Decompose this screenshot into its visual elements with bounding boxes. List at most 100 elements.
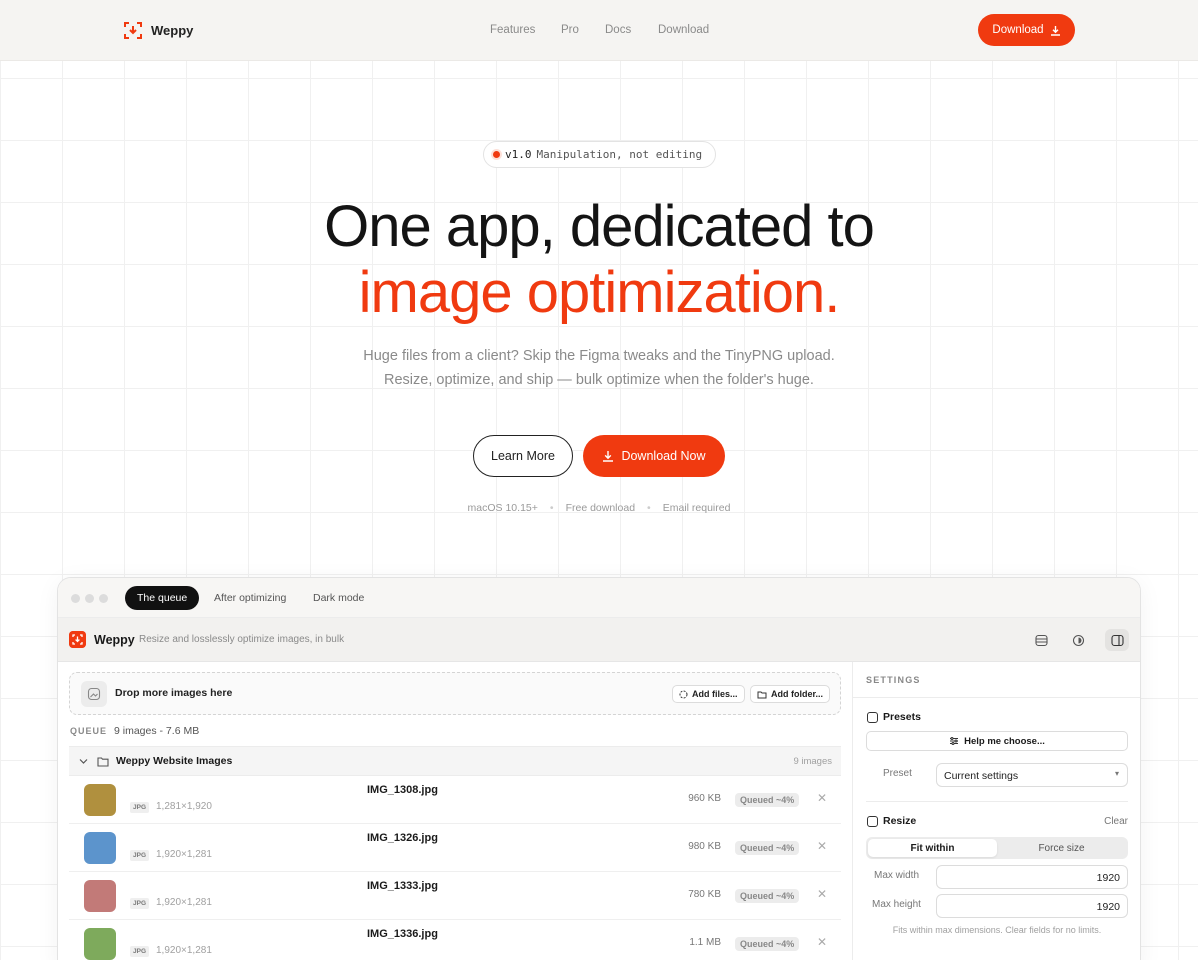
weppy-logo-icon[interactable] <box>124 22 142 39</box>
tab-after-optimizing[interactable]: After optimizing <box>202 586 298 610</box>
nav-link-features[interactable]: Features <box>490 24 535 36</box>
chevron-down-icon[interactable] <box>79 758 88 765</box>
max-width-field[interactable]: 1920 <box>936 865 1128 889</box>
version-tagline: Manipulation, not editing <box>536 148 703 161</box>
requirements-meta: macOS 10.15+ • Free download • Email req… <box>0 502 1198 514</box>
help-me-choose-label: Help me choose... <box>964 735 1045 747</box>
window-minimize-dot[interactable] <box>85 594 94 603</box>
drop-zone-label: Drop more images here <box>115 687 233 699</box>
fit-within-option[interactable]: Fit within <box>868 839 997 857</box>
file-size: 980 KB <box>688 841 721 852</box>
force-size-option[interactable]: Force size <box>997 839 1126 857</box>
nav-download-button[interactable]: Download <box>978 14 1075 46</box>
remove-icon[interactable]: ✕ <box>817 887 827 901</box>
file-name: IMG_1336.jpg <box>367 928 438 940</box>
status-badge: Queued ~4% <box>735 793 800 807</box>
nav-download-label: Download <box>992 24 1044 36</box>
app-tagline: Resize and losslessly optimize images, i… <box>139 634 345 645</box>
image-thumbnail <box>84 784 116 816</box>
file-name: IMG_1308.jpg <box>367 784 438 796</box>
sidebar-toggle-icon[interactable] <box>1105 629 1129 651</box>
preset-value: Current settings <box>944 770 1019 782</box>
format-badge: JPG <box>130 898 150 909</box>
image-thumbnail <box>84 832 116 864</box>
add-files-button[interactable]: Add files... <box>672 685 745 703</box>
download-icon <box>1050 25 1060 36</box>
top-nav: Weppy Features Pro Docs Download Downloa… <box>0 0 1198 61</box>
brand-name[interactable]: Weppy <box>151 23 193 38</box>
version-badge: v1.0 Manipulation, not editing <box>483 141 716 168</box>
image-dimensions: 1,281×1,920 <box>156 801 212 812</box>
settings-panel: SETTINGS Presets Help me choose... Prese… <box>852 662 1140 960</box>
theme-toggle-icon[interactable] <box>1066 629 1090 651</box>
resize-hint: Fits within max dimensions. Clear fields… <box>892 925 1102 935</box>
status-badge: Queued ~4% <box>735 841 800 855</box>
folder-group-header[interactable]: Weppy Website Images 9 images <box>69 746 841 776</box>
folder-group-count: 9 images <box>793 756 832 767</box>
format-badge: JPG <box>130 850 150 861</box>
queue-count: 9 images - 7.6 MB <box>114 725 200 737</box>
format-badge: JPG <box>130 946 150 957</box>
clear-resize-button[interactable]: Clear <box>1104 816 1128 827</box>
remove-icon[interactable]: ✕ <box>817 839 827 853</box>
tab-the-queue[interactable]: The queue <box>125 586 200 610</box>
image-thumbnail <box>84 928 116 960</box>
app-window-preview: The queue After optimizing Dark mode Wep… <box>57 577 1141 960</box>
resize-title: Resize <box>883 815 917 827</box>
tab-dark-mode[interactable]: Dark mode <box>301 586 376 610</box>
window-zoom-dot[interactable] <box>99 594 108 603</box>
sliders-icon <box>950 737 959 745</box>
preset-select[interactable]: Current settings ▾ <box>936 763 1128 787</box>
folder-icon <box>97 757 109 767</box>
nav-link-pro[interactable]: Pro <box>561 24 579 36</box>
subheadline-line-1: Huge files from a client? Skip the Figma… <box>363 348 835 364</box>
app-header: Weppy Resize and losslessly optimize ima… <box>58 618 1140 662</box>
table-row[interactable]: JPG 1,920×1,281 IMG_1333.jpg 780 KB Queu… <box>69 872 841 920</box>
folder-icon <box>757 691 767 698</box>
remove-icon[interactable]: ✕ <box>817 935 827 949</box>
format-badge: JPG <box>130 802 150 813</box>
add-files-label: Add files... <box>692 689 738 699</box>
nav-link-docs[interactable]: Docs <box>605 24 631 36</box>
queue-label: QUEUE <box>70 726 108 736</box>
folder-group-name: Weppy Website Images <box>116 755 233 767</box>
learn-more-button[interactable]: Learn More <box>473 435 573 477</box>
preset-label: Preset <box>883 768 912 779</box>
subheadline-line-2: Resize, optimize, and ship — bulk optimi… <box>384 372 814 388</box>
window-close-dot[interactable] <box>71 594 80 603</box>
chevron-down-icon: ▾ <box>1114 769 1119 778</box>
status-dot-icon <box>493 151 500 158</box>
status-badge: Queued ~4% <box>735 937 800 951</box>
max-height-field[interactable]: 1920 <box>936 894 1128 918</box>
presets-title: Presets <box>883 711 921 723</box>
list-view-icon[interactable] <box>1029 629 1053 651</box>
resize-mode-segmented: Fit within Force size <box>866 837 1128 859</box>
remove-icon[interactable]: ✕ <box>817 791 827 805</box>
download-now-button[interactable]: Download Now <box>583 435 725 477</box>
add-folder-button[interactable]: Add folder... <box>750 685 831 703</box>
add-image-icon <box>81 681 107 707</box>
max-height-label: Max height <box>872 899 921 910</box>
add-files-icon <box>679 690 688 698</box>
file-name: IMG_1333.jpg <box>367 880 438 892</box>
table-row[interactable]: JPG 1,281×1,920 IMG_1308.jpg 960 KB Queu… <box>69 776 841 824</box>
headline-line-1: One app, dedicated to <box>324 194 875 259</box>
image-dimensions: 1,920×1,281 <box>156 897 212 908</box>
image-thumbnail <box>84 880 116 912</box>
section-divider <box>866 801 1128 802</box>
app-logo-icon <box>69 631 86 648</box>
download-icon <box>603 451 614 462</box>
image-dimensions: 1,920×1,281 <box>156 945 212 956</box>
add-folder-label: Add folder... <box>771 689 824 699</box>
meta-price: Free download <box>565 502 636 514</box>
max-width-value: 1920 <box>1096 872 1120 884</box>
version-number: v1.0 <box>505 148 532 161</box>
max-width-label: Max width <box>874 870 920 881</box>
help-me-choose-button[interactable]: Help me choose... <box>866 731 1128 751</box>
table-row[interactable]: JPG 1,920×1,281 IMG_1326.jpg 980 KB Queu… <box>69 824 841 872</box>
file-size: 960 KB <box>688 793 721 804</box>
table-row[interactable]: JPG 1,920×1,281 IMG_1336.jpg 1.1 MB Queu… <box>69 920 841 960</box>
max-height-value: 1920 <box>1096 901 1120 913</box>
drop-zone[interactable]: Drop more images here Add files... Add f… <box>69 672 841 715</box>
nav-link-download[interactable]: Download <box>658 24 709 36</box>
